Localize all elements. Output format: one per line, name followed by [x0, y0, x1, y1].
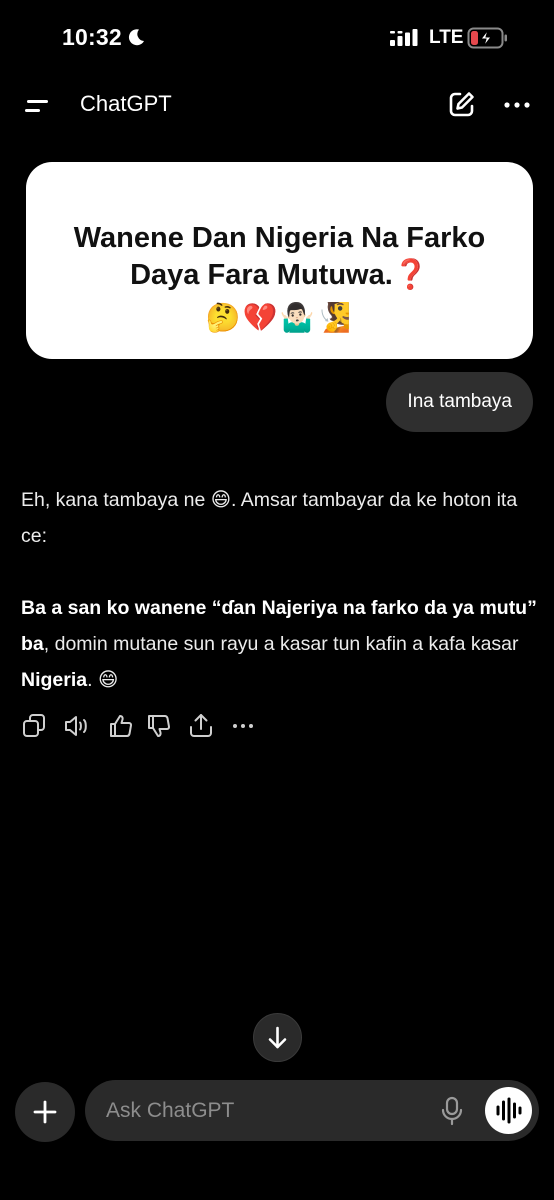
moon-icon: [126, 27, 146, 47]
arrow-down-icon: [254, 1014, 301, 1061]
share-icon[interactable]: [187, 712, 215, 740]
battery-charging-icon: [467, 26, 509, 50]
composer: [85, 1080, 539, 1141]
assistant-paragraph-2: Ba a san ko wanene “ɗan Najeriya na fark…: [21, 590, 541, 698]
message-input[interactable]: [106, 1080, 426, 1141]
mic-icon[interactable]: [440, 1096, 464, 1126]
thumbs-down-icon[interactable]: [145, 712, 173, 740]
assistant-bold-nigeria: Nigeria: [21, 669, 88, 691]
copy-icon[interactable]: [21, 712, 49, 740]
message-more-icon[interactable]: [229, 712, 257, 740]
user-message-text: Ina tambaya: [407, 391, 512, 412]
status-time: 10:32: [62, 24, 122, 50]
user-message-bubble[interactable]: Ina tambaya: [386, 372, 533, 432]
app-title[interactable]: ChatGPT: [80, 91, 172, 117]
app-header: ChatGPT: [0, 76, 554, 136]
status-bar: 10:32 LTE: [0, 0, 554, 76]
image-text-line-2: Daya Fara Mutuwa.❓: [130, 259, 429, 291]
more-icon[interactable]: [500, 90, 534, 120]
assistant-text-end: . 😄: [87, 669, 119, 691]
add-attachment-button[interactable]: [15, 1082, 75, 1142]
menu-icon[interactable]: [22, 92, 52, 120]
read-aloud-icon[interactable]: [63, 712, 91, 740]
network-type: LTE: [429, 27, 464, 48]
plus-icon: [15, 1082, 75, 1142]
voice-mode-icon: [485, 1087, 532, 1134]
new-chat-icon[interactable]: [447, 89, 477, 119]
assistant-text: , domin mutane sun rayu a kasar tun kafi…: [43, 633, 519, 655]
thumbs-up-icon[interactable]: [107, 712, 135, 740]
scroll-down-button[interactable]: [253, 1013, 302, 1062]
attached-image[interactable]: Wanene Dan Nigeria Na Farko Daya Fara Mu…: [26, 162, 533, 359]
assistant-message: Eh, kana tambaya ne 😄. Amsar tambayar da…: [21, 482, 541, 698]
voice-mode-button[interactable]: [485, 1087, 532, 1134]
signal-icon: [390, 29, 418, 46]
image-text-line-1: Wanene Dan Nigeria Na Farko: [73, 222, 486, 254]
assistant-paragraph-1: Eh, kana tambaya ne 😄. Amsar tambayar da…: [21, 489, 518, 547]
image-emojis: 🤔💔🤷🏻‍♂️🧏: [205, 302, 354, 333]
